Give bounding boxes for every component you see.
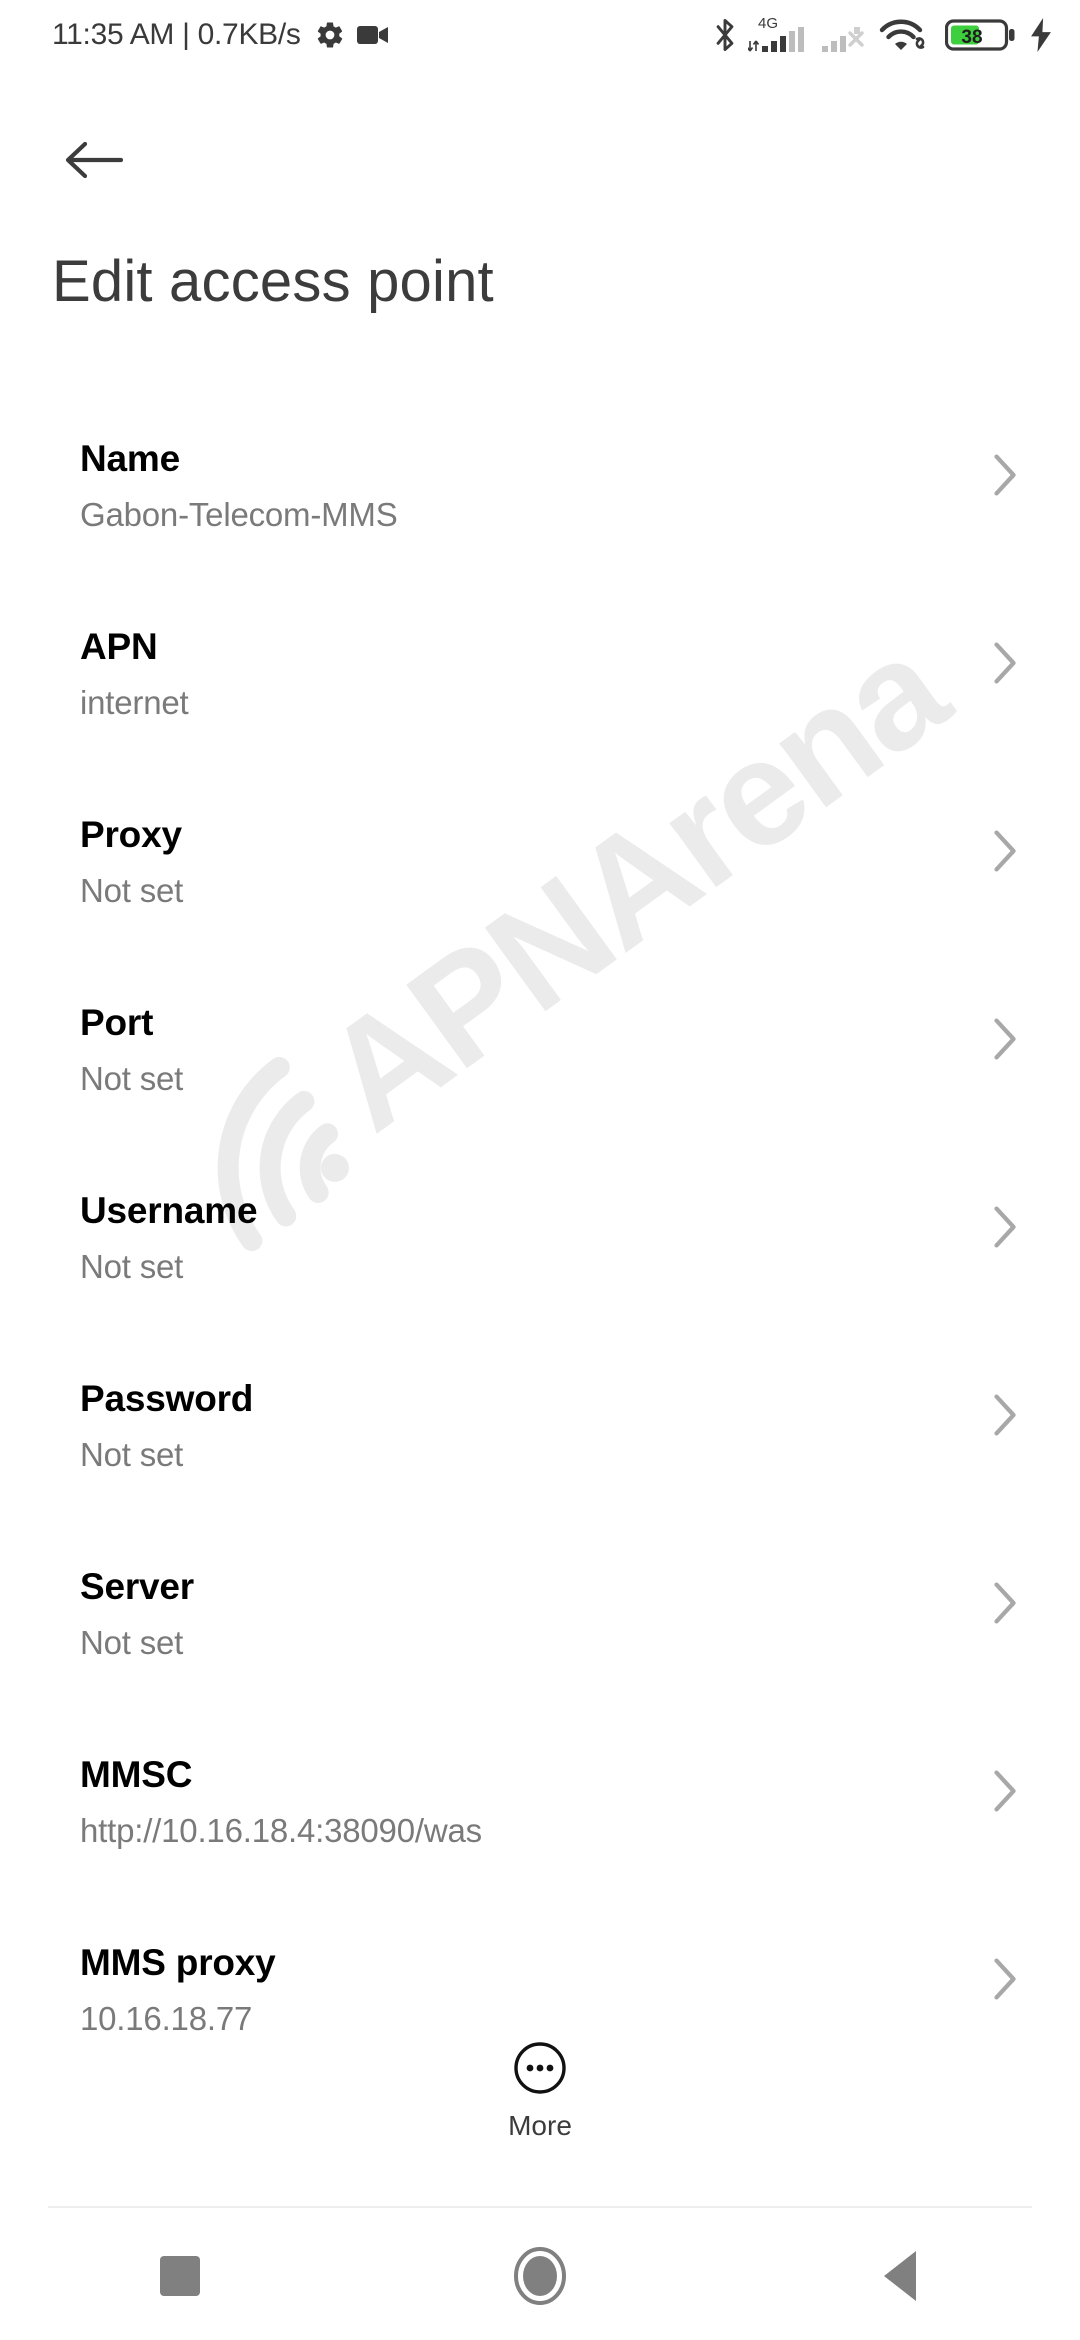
chevron-right-icon — [988, 826, 1022, 876]
row-label: Name — [80, 438, 180, 479]
list-item-password[interactable]: Password Not set — [0, 1360, 1080, 1548]
row-value: http://10.16.18.4:38090/was — [80, 1812, 482, 1849]
wifi-link-icon — [878, 17, 934, 53]
row-value: 10.16.18.77 — [80, 2000, 253, 2037]
row-value: Gabon-Telecom-MMS — [80, 496, 398, 533]
row-value: internet — [80, 684, 189, 721]
list-item-username[interactable]: Username Not set — [0, 1172, 1080, 1360]
recents-button[interactable] — [100, 2212, 260, 2340]
charging-bolt-icon — [1028, 18, 1054, 52]
row-value: Not set — [80, 872, 184, 909]
signal-sim2-off-icon — [821, 17, 867, 53]
chevron-right-icon — [988, 1954, 1022, 2004]
gear-icon — [315, 20, 345, 50]
ellipsis-circle-icon — [512, 2040, 568, 2096]
status-network-speed: 0.7KB/s — [197, 18, 301, 51]
chevron-right-icon — [988, 1014, 1022, 1064]
row-label: Proxy — [80, 814, 182, 855]
row-label: Port — [80, 1002, 154, 1043]
list-item-name[interactable]: Name Gabon-Telecom-MMS — [0, 420, 1080, 608]
signal-4g-icon: 4G — [748, 15, 810, 53]
more-button[interactable]: More — [0, 2040, 1080, 2142]
row-label: MMSC — [80, 1754, 193, 1795]
arrow-left-icon — [63, 138, 125, 182]
home-circle-icon — [512, 2245, 568, 2307]
chevron-right-icon — [988, 1390, 1022, 1440]
row-value: Not set — [80, 1624, 184, 1661]
chevron-right-icon — [988, 1202, 1022, 1252]
row-label: Server — [80, 1566, 195, 1607]
navigation-bar — [0, 2212, 1080, 2340]
status-bar-left: 11:35 AM | 0.7KB/s — [52, 18, 389, 52]
home-button[interactable] — [460, 2212, 620, 2340]
status-separator: | — [182, 18, 190, 51]
battery-level-text: 38 — [961, 27, 982, 48]
chevron-right-icon — [988, 1578, 1022, 1628]
back-button[interactable] — [52, 118, 136, 202]
list-item-apn[interactable]: APN internet — [0, 608, 1080, 796]
row-label: Password — [80, 1378, 254, 1419]
row-label: APN — [80, 626, 158, 667]
row-label: MMS proxy — [80, 1942, 276, 1983]
list-item-mmsc[interactable]: MMSC http://10.16.18.4:38090/was — [0, 1736, 1080, 1924]
row-label: Username — [80, 1190, 258, 1231]
row-value: Not set — [80, 1248, 184, 1285]
recents-square-icon — [160, 2256, 200, 2296]
chevron-right-icon — [988, 450, 1022, 500]
list-item-server[interactable]: Server Not set — [0, 1548, 1080, 1736]
nav-divider — [48, 2206, 1032, 2208]
chevron-right-icon — [988, 1766, 1022, 1816]
status-time: 11:35 AM — [52, 18, 175, 51]
list-item-port[interactable]: Port Not set — [0, 984, 1080, 1172]
status-bar: 11:35 AM | 0.7KB/s 4G 38 — [0, 0, 1080, 70]
row-value: Not set — [80, 1060, 184, 1097]
video-camera-icon — [356, 23, 389, 47]
phone-screen: 11:35 AM | 0.7KB/s 4G 38 APNArena Edit a… — [0, 0, 1080, 2340]
chevron-right-icon — [988, 638, 1022, 688]
bluetooth-icon — [713, 17, 737, 53]
more-label: More — [508, 2110, 572, 2141]
back-nav-button[interactable] — [820, 2212, 980, 2340]
back-triangle-icon — [884, 2251, 916, 2301]
network-type-label: 4G — [758, 15, 779, 32]
page-title: Edit access point — [52, 249, 494, 314]
apn-settings-list: Name Gabon-Telecom-MMS APN internet Prox… — [0, 420, 1080, 2112]
list-item-proxy[interactable]: Proxy Not set — [0, 796, 1080, 984]
status-bar-right: 4G 38 — [713, 15, 1054, 53]
battery-icon: 38 — [945, 18, 1017, 52]
row-value: Not set — [80, 1436, 184, 1473]
